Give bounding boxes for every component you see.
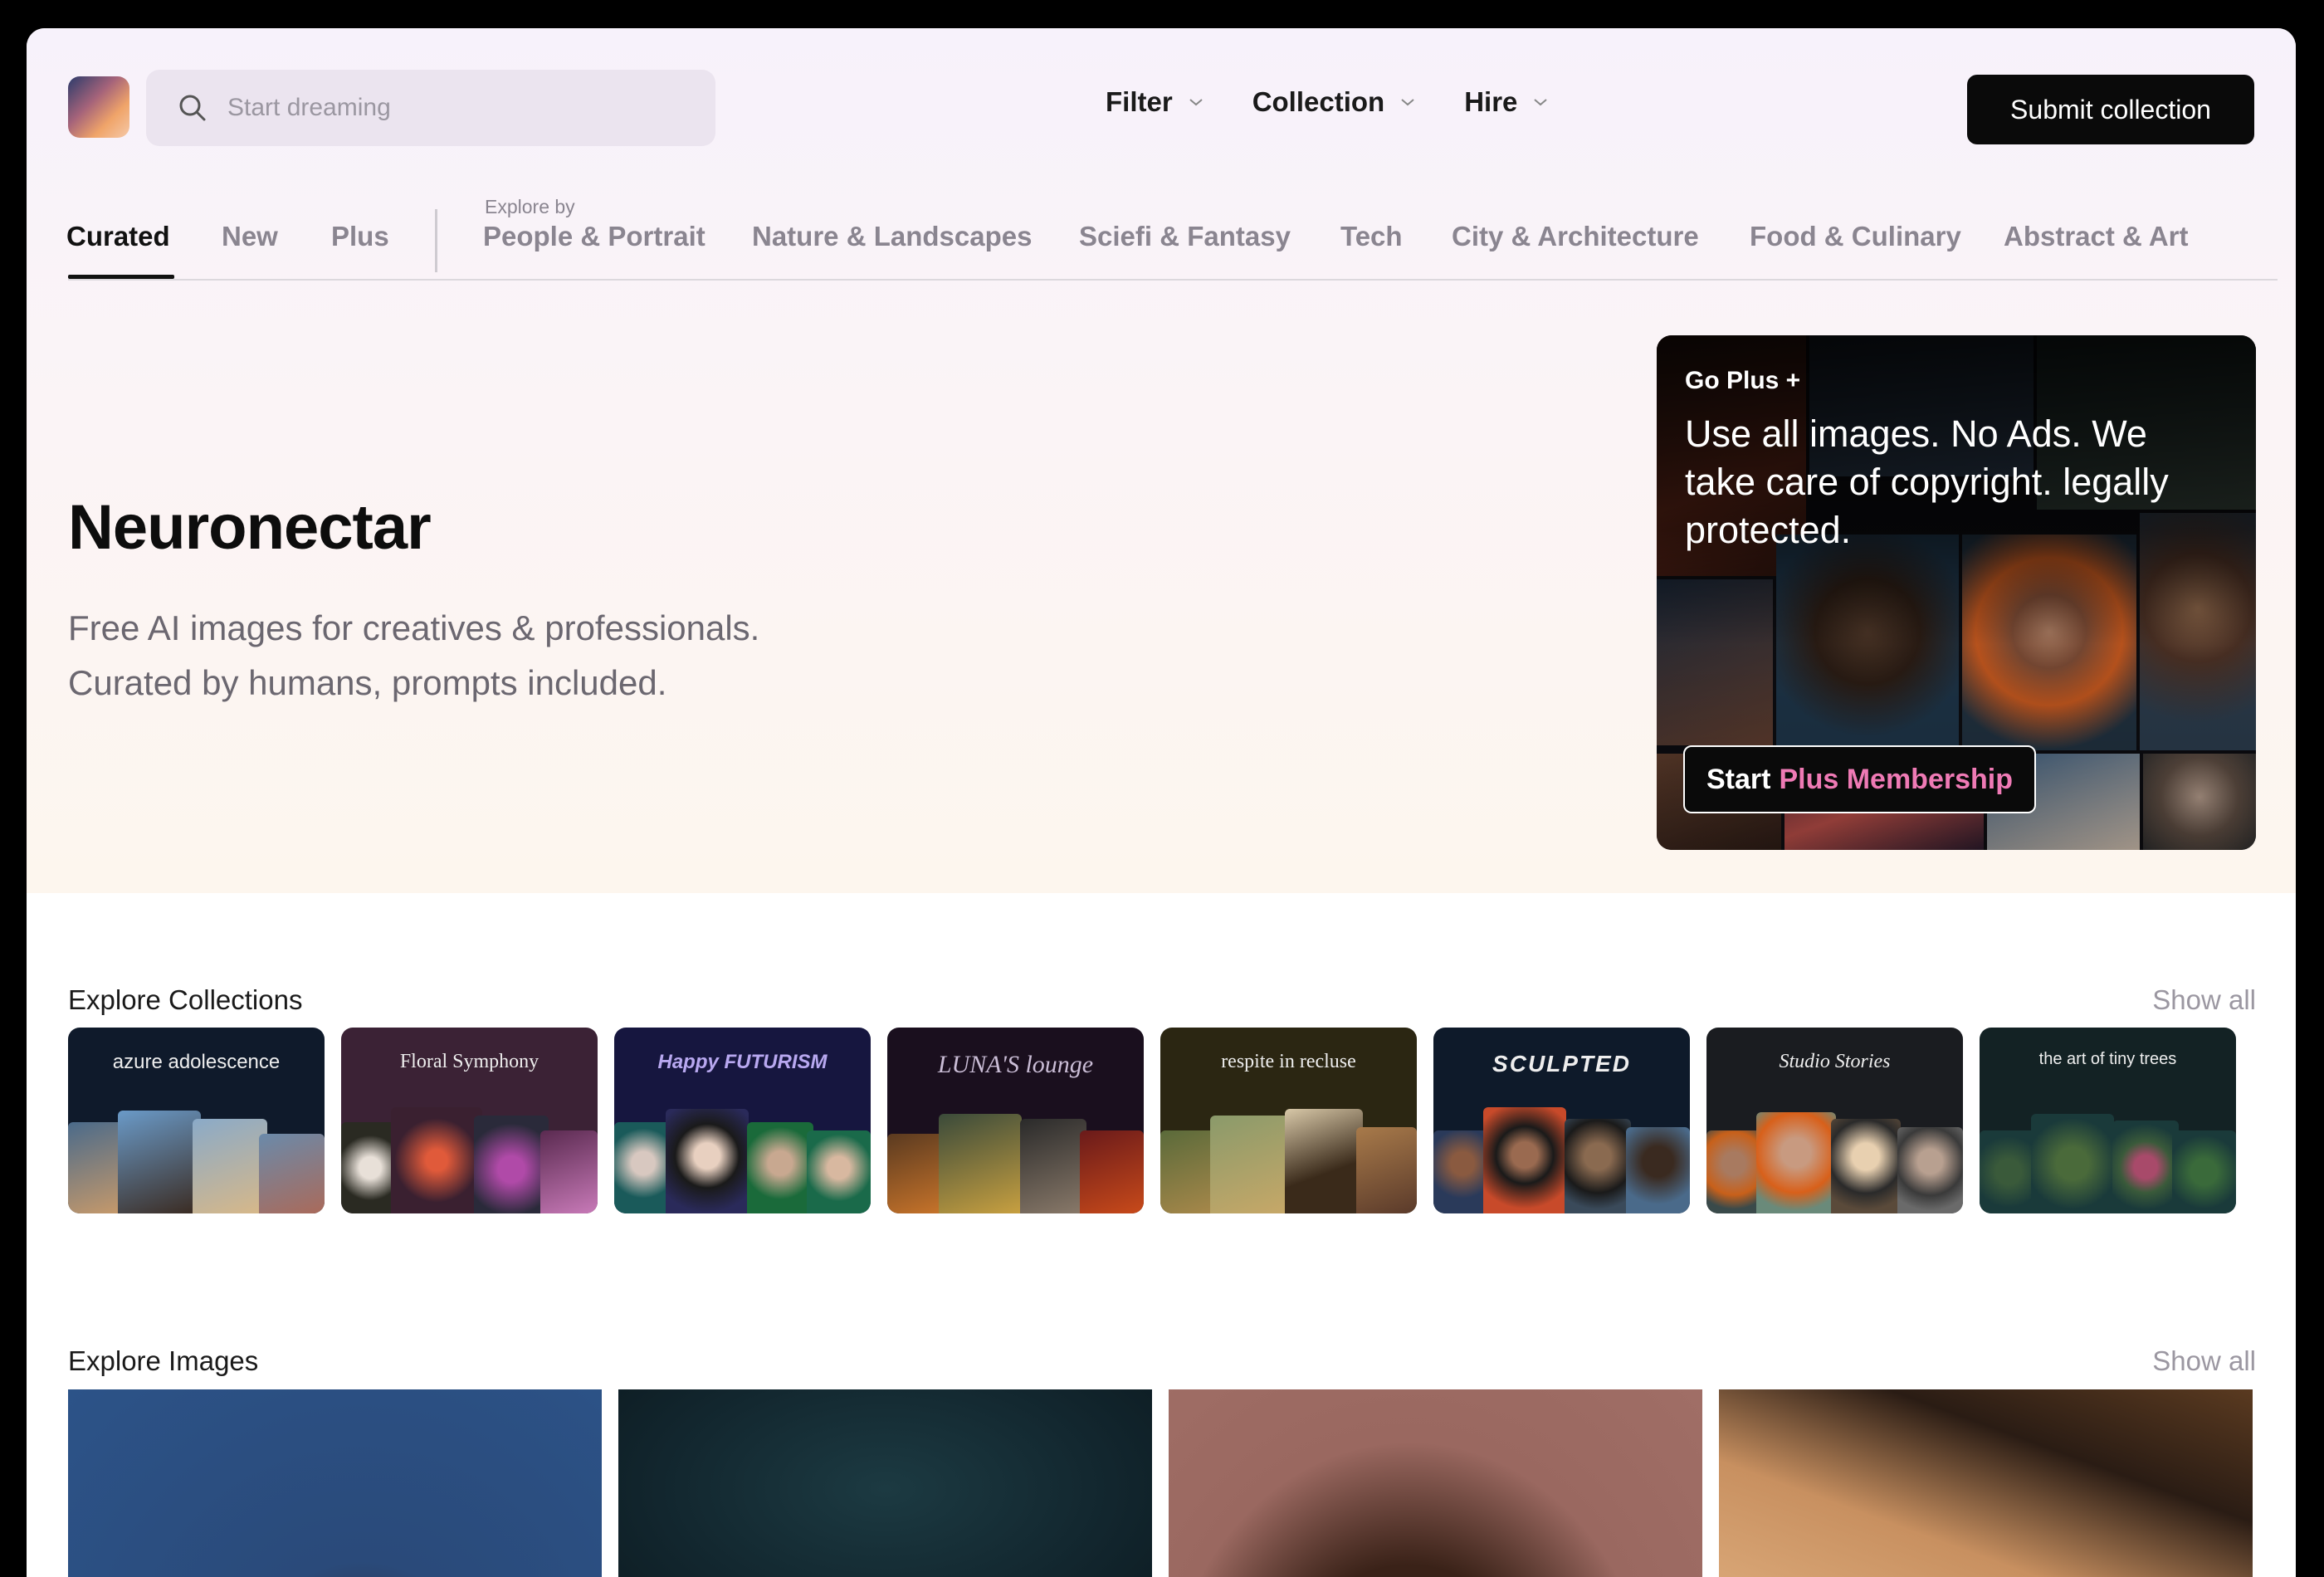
collection-photo	[807, 1130, 871, 1213]
collection-photo	[2172, 1130, 2236, 1213]
site-header: Filter Collection Hire Submit collection	[27, 28, 2296, 186]
collections-section-title: Explore Collections	[68, 984, 303, 1015]
start-plus-membership-button[interactable]: Start Plus Membership	[1683, 745, 2036, 813]
promo-button-start: Start	[1706, 763, 1771, 795]
collection-card[interactable]: Floral Symphony	[341, 1028, 598, 1213]
tab-divider	[435, 209, 437, 272]
collection-photo	[1565, 1119, 1631, 1213]
collection-photo	[666, 1109, 749, 1213]
collections-row: azure adolescence Floral Symphony Happy …	[68, 1028, 2236, 1213]
collection-menu[interactable]: Collection	[1252, 86, 1417, 118]
collection-card[interactable]: Studio Stories	[1706, 1028, 1963, 1213]
chevron-down-icon	[1401, 99, 1414, 106]
images-section-title: Explore Images	[68, 1345, 259, 1376]
tab-food-culinary[interactable]: Food & Culinary	[1750, 221, 1961, 252]
collection-title: Studio Stories	[1779, 1051, 1891, 1072]
collection-photo	[259, 1134, 325, 1213]
hero-subtitle: Free AI images for creatives & professio…	[68, 601, 981, 710]
collection-photo	[2031, 1114, 2114, 1213]
collection-photo	[1626, 1127, 1690, 1213]
search-bar[interactable]	[146, 70, 715, 146]
collection-title: the art of tiny trees	[2038, 1050, 2177, 1068]
tab-scifi-fantasy[interactable]: Sciefi & Fantasy	[1079, 221, 1291, 252]
filter-menu-label: Filter	[1106, 86, 1173, 117]
promo-kicker: Go Plus +	[1685, 367, 1801, 394]
collection-title: SCULPTED	[1492, 1051, 1631, 1077]
collections-show-all-link[interactable]: Show all	[2152, 984, 2256, 1016]
collection-card[interactable]: SCULPTED	[1433, 1028, 1690, 1213]
hire-menu-label: Hire	[1464, 86, 1518, 117]
tab-plus[interactable]: Plus	[331, 221, 389, 252]
tab-abstract-art[interactable]: Abstract & Art	[2004, 221, 2188, 252]
chevron-down-icon	[1534, 99, 1548, 106]
collection-photo	[614, 1122, 672, 1213]
collection-photo	[1831, 1119, 1901, 1213]
search-input[interactable]	[226, 93, 694, 123]
explore-by-label: Explore by	[485, 196, 575, 217]
collection-card[interactable]: azure adolescence	[68, 1028, 325, 1213]
collection-photo	[1020, 1119, 1086, 1213]
promo-button-plus: Plus Membership	[1779, 763, 2013, 795]
collection-photo	[118, 1111, 201, 1213]
tab-new[interactable]: New	[222, 221, 278, 252]
collection-photo	[1756, 1112, 1836, 1213]
collection-photo	[747, 1122, 813, 1213]
collection-photo	[1285, 1109, 1363, 1213]
tab-nature-landscapes[interactable]: Nature & Landscapes	[752, 221, 1032, 252]
hero-title: Neuronectar	[68, 492, 432, 563]
collection-photo	[1356, 1127, 1417, 1213]
collection-photo	[939, 1114, 1022, 1213]
images-grid	[68, 1389, 2253, 1577]
image-tile[interactable]	[68, 1389, 602, 1577]
collection-photo	[391, 1107, 482, 1213]
tab-tech[interactable]: Tech	[1340, 221, 1403, 252]
search-icon	[179, 95, 206, 121]
images-show-all-link[interactable]: Show all	[2152, 1345, 2256, 1377]
promo-text: Use all images. No Ads. We take care of …	[1685, 413, 2169, 551]
collection-title: Floral Symphony	[399, 1051, 540, 1072]
hero-subtitle-line1: Free AI images for creatives & professio…	[68, 608, 760, 647]
collection-photo	[193, 1119, 267, 1213]
collection-title: LUNA'S lounge	[937, 1051, 1094, 1078]
collection-card[interactable]: Happy FUTURISM	[614, 1028, 871, 1213]
collection-photo	[474, 1116, 549, 1213]
collection-title: Happy FUTURISM	[657, 1051, 828, 1073]
collection-photo	[1080, 1130, 1144, 1213]
collection-menu-label: Collection	[1252, 86, 1385, 117]
nav-menus: Filter Collection Hire	[1106, 86, 1549, 118]
tab-city-architecture[interactable]: City & Architecture	[1452, 221, 1699, 252]
chevron-down-icon	[1189, 99, 1203, 106]
filter-menu[interactable]: Filter	[1106, 86, 1204, 118]
hero-subtitle-line2: Curated by humans, prompts included.	[68, 663, 667, 702]
collection-photo	[1210, 1116, 1293, 1213]
site-logo[interactable]	[68, 76, 129, 138]
collection-photo	[887, 1134, 945, 1213]
hire-menu[interactable]: Hire	[1464, 86, 1549, 118]
collection-title: respite in recluse	[1221, 1051, 1356, 1072]
collection-title: azure adolescence	[112, 1051, 281, 1073]
collection-photo	[1483, 1107, 1566, 1213]
collection-photo	[1706, 1130, 1761, 1213]
collection-photo	[2112, 1120, 2179, 1213]
tabs-divider-line	[68, 279, 2278, 281]
collection-photo	[1980, 1130, 2038, 1213]
image-tile[interactable]	[1719, 1389, 2253, 1577]
tab-curated[interactable]: Curated	[66, 221, 170, 252]
submit-collection-button[interactable]: Submit collection	[1967, 75, 2254, 144]
collection-photo	[1897, 1127, 1963, 1213]
browser-window: Filter Collection Hire Submit collection…	[27, 28, 2296, 1577]
image-tile[interactable]	[1169, 1389, 1702, 1577]
collection-photo	[540, 1130, 598, 1213]
collection-card[interactable]: respite in recluse	[1160, 1028, 1417, 1213]
image-tile[interactable]	[618, 1389, 1152, 1577]
plus-promo-card: Go Plus + Use all images. No Ads. We tak…	[1657, 335, 2256, 850]
collection-card[interactable]: LUNA'S lounge	[887, 1028, 1144, 1213]
collection-card[interactable]: the art of tiny trees	[1980, 1028, 2236, 1213]
tab-people-portrait[interactable]: People & Portrait	[483, 221, 706, 252]
